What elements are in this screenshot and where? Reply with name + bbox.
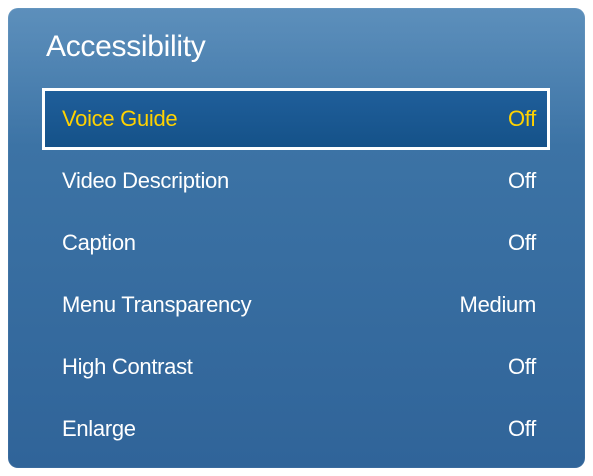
menu-item-value: Off: [507, 416, 536, 441]
accessibility-menu: Voice Guide Off Video Description Off Ca…: [42, 88, 550, 460]
menu-item-label: Enlarge: [62, 416, 136, 441]
menu-item-value: Off: [507, 168, 536, 193]
accessibility-panel: Accessibility Voice Guide Off Video Desc…: [8, 8, 585, 468]
menu-item-value: Off: [507, 230, 536, 255]
menu-item-label: High Contrast: [62, 354, 193, 379]
menu-item-label: Caption: [62, 230, 136, 255]
menu-item-high-contrast[interactable]: High Contrast Off: [42, 336, 550, 398]
menu-item-enlarge[interactable]: Enlarge Off: [42, 398, 550, 460]
menu-item-caption[interactable]: Caption Off: [42, 212, 550, 274]
panel-title: Accessibility: [46, 30, 206, 63]
menu-item-label: Voice Guide: [62, 106, 178, 131]
menu-item-video-description[interactable]: Video Description Off: [42, 150, 550, 212]
menu-item-voice-guide[interactable]: Voice Guide Off: [42, 88, 550, 150]
menu-item-menu-transparency[interactable]: Menu Transparency Medium: [42, 274, 550, 336]
menu-item-value: Off: [507, 106, 536, 131]
menu-item-label: Menu Transparency: [62, 292, 252, 317]
menu-item-value: Medium: [459, 292, 537, 317]
menu-item-value: Off: [507, 354, 536, 379]
menu-item-label: Video Description: [62, 168, 229, 193]
